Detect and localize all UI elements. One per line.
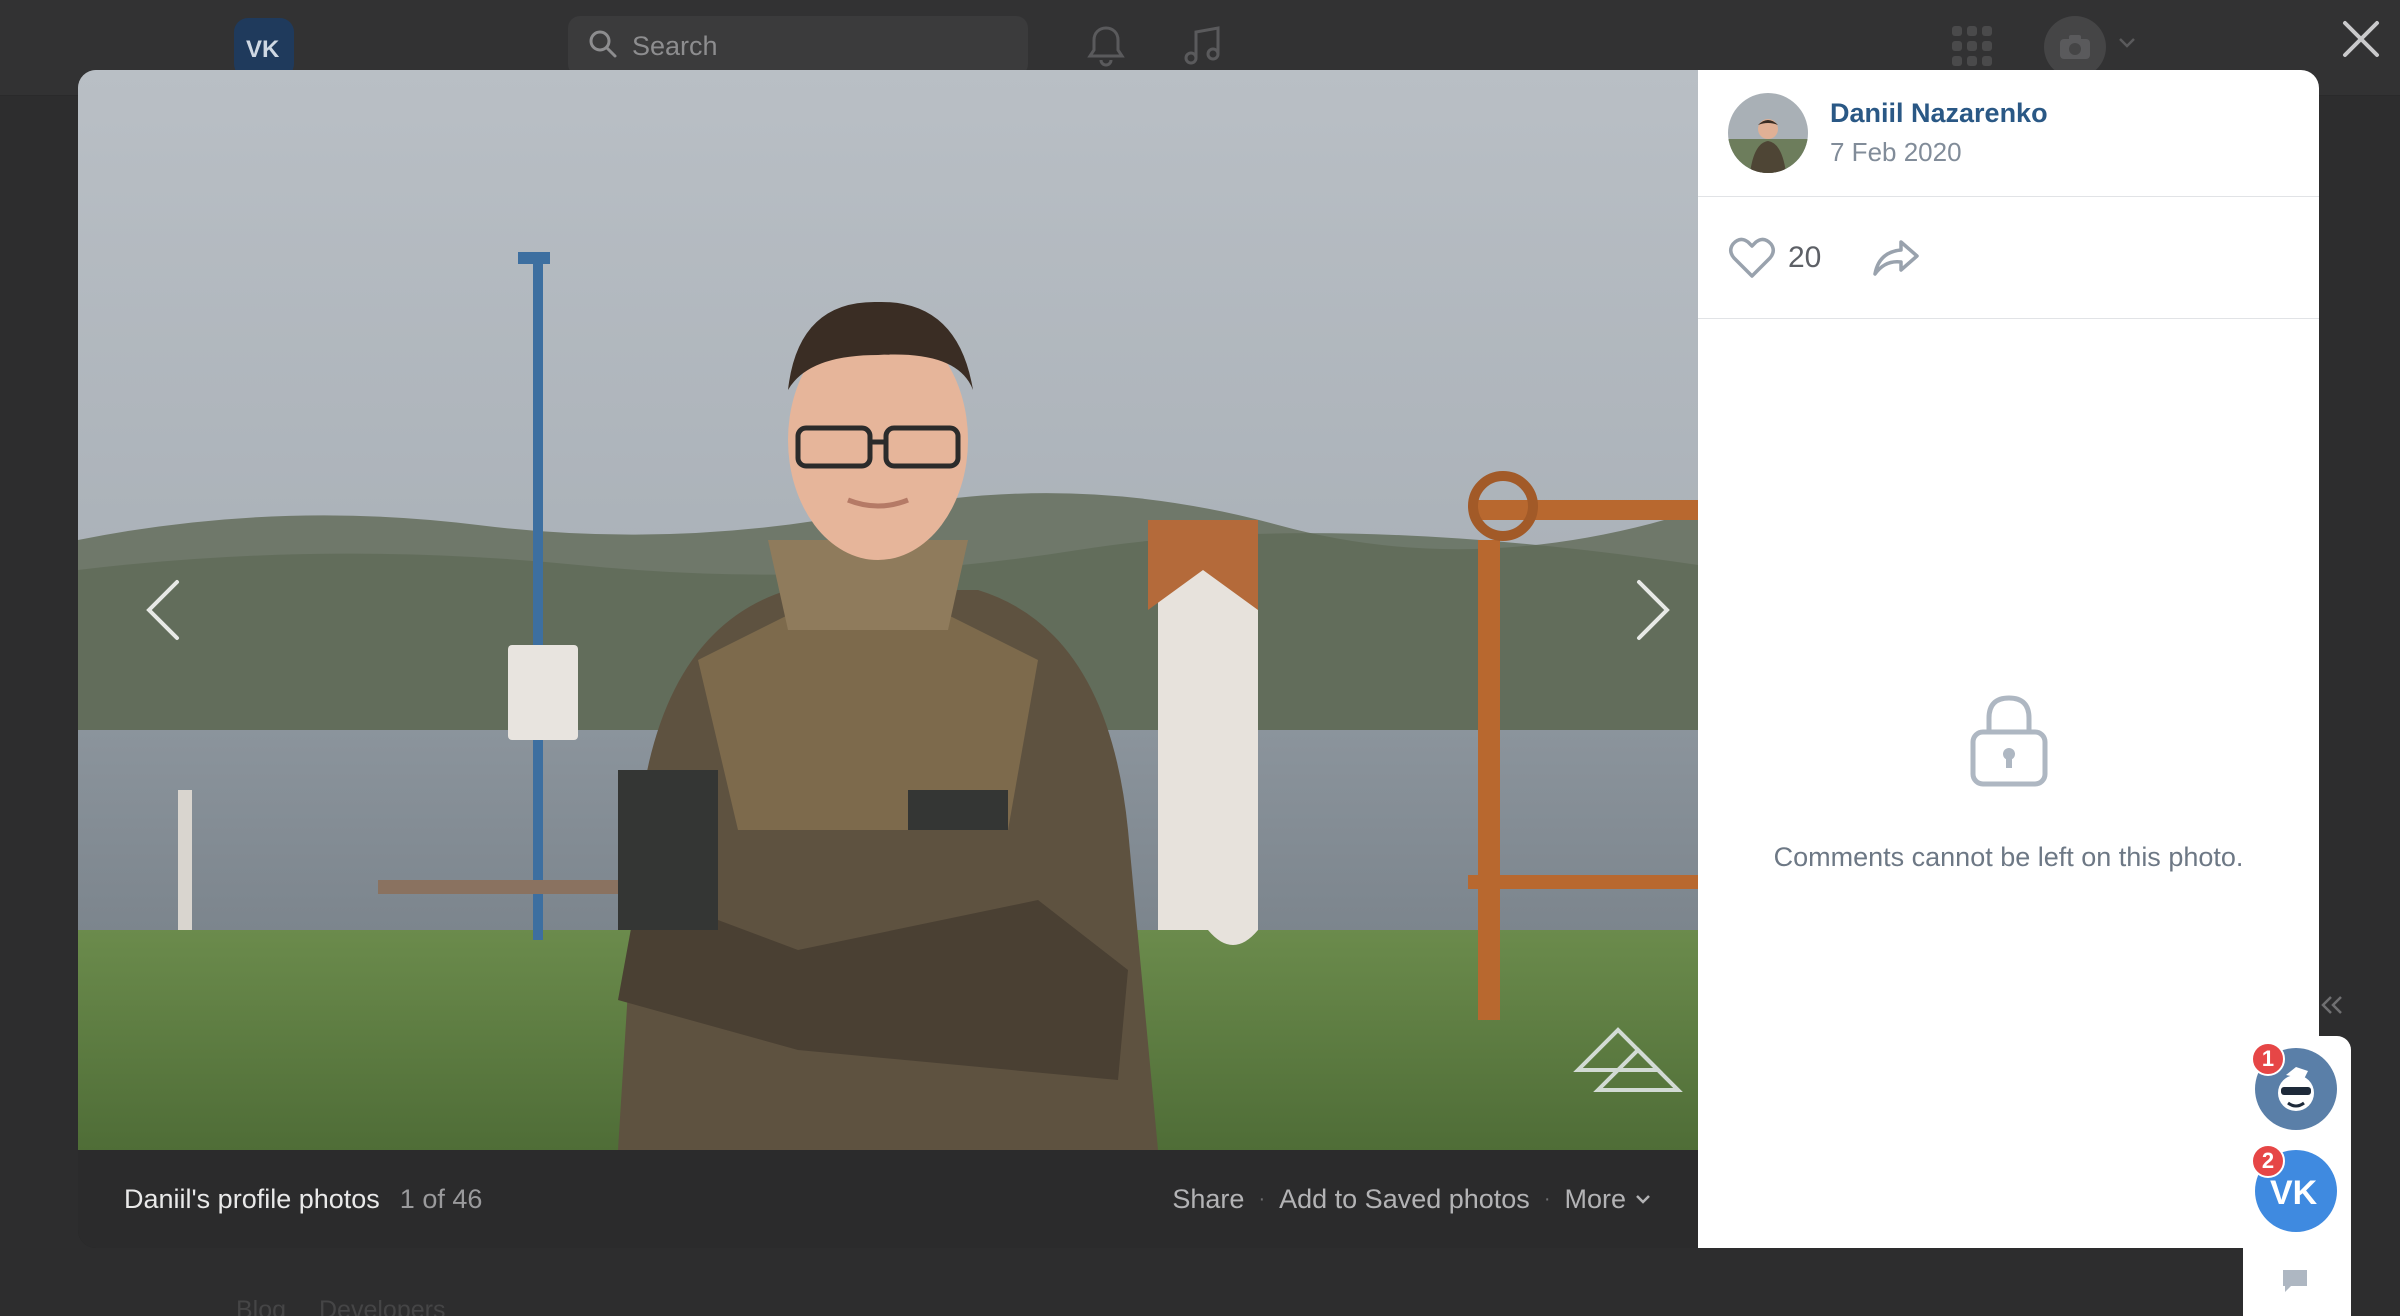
svg-text:VK: VK: [2270, 1174, 2318, 1208]
footer-link-developers[interactable]: Developers: [319, 1296, 445, 1316]
bell-icon[interactable]: [1078, 18, 1134, 74]
unread-badge: 1: [2251, 1042, 2285, 1076]
photo-footer: Daniil's profile photos 1 of 46 Share · …: [78, 1150, 1698, 1248]
comments-disabled-notice: Comments cannot be left on this photo.: [1698, 690, 2319, 873]
photo-viewer: Daniil's profile photos 1 of 46 Share · …: [78, 70, 2319, 1248]
separator-dot: ·: [1543, 1187, 1551, 1210]
like-count: 20: [1788, 240, 1822, 274]
lock-icon: [1970, 695, 2047, 787]
photo-counter: 1 of 46: [399, 1183, 483, 1214]
message-icon[interactable]: [2279, 1266, 2311, 1299]
search-box[interactable]: [568, 16, 1028, 76]
unread-badge: 2: [2251, 1144, 2285, 1178]
search-input[interactable]: [632, 30, 1012, 62]
chat-widget: 1 VK 2: [2243, 1036, 2351, 1316]
profile-avatar[interactable]: [2044, 16, 2106, 78]
photo[interactable]: [78, 70, 1698, 1150]
share-button[interactable]: [1871, 238, 1921, 278]
separator-dot: ·: [1258, 1187, 1266, 1210]
chevron-left-icon: [146, 580, 179, 640]
chat-bubble-1[interactable]: 1: [2251, 1042, 2337, 1130]
reactions-bar: 20: [1698, 197, 2319, 319]
side-panel: Daniil Nazarenko 7 Feb 2020 20 Comments …: [1698, 70, 2319, 1248]
heart-icon: [1729, 237, 1775, 278]
add-to-saved-link[interactable]: Add to Saved photos: [1279, 1184, 1530, 1215]
like-button[interactable]: 20: [1728, 236, 1821, 280]
apps-grid-icon[interactable]: [1952, 26, 1992, 66]
album-title[interactable]: Daniil's profile photos: [124, 1184, 380, 1215]
previous-photo-button[interactable]: [118, 550, 208, 670]
footer-links: Blog Developers: [236, 1296, 471, 1316]
more-label: More: [1564, 1183, 1626, 1214]
profile-photo-image: [78, 70, 1698, 1150]
more-menu-button[interactable]: More: [1564, 1184, 1652, 1215]
double-chevron-left-icon: [2321, 996, 2342, 1014]
close-icon: [2343, 21, 2379, 57]
camera-icon: [2060, 35, 2090, 59]
next-photo-button[interactable]: [1608, 550, 1698, 670]
chevron-down-icon[interactable]: [2118, 36, 2136, 54]
chat-bubble-2[interactable]: VK 2: [2251, 1144, 2337, 1232]
vk-logo-icon: VK: [2270, 1174, 2318, 1208]
search-icon: [588, 29, 618, 64]
footer-link-blog[interactable]: Blog: [236, 1296, 286, 1316]
author-avatar[interactable]: [1728, 93, 1808, 173]
comments-disabled-text: Comments cannot be left on this photo.: [1773, 842, 2244, 872]
photo-actions: Share · Add to Saved photos · More: [1172, 1184, 1652, 1215]
share-link[interactable]: Share: [1172, 1184, 1244, 1215]
author-name[interactable]: Daniil Nazarenko: [1830, 98, 2048, 129]
music-icon[interactable]: [1174, 18, 1230, 74]
vk-logo[interactable]: VK: [234, 18, 294, 78]
chevron-down-icon: [1636, 1195, 1650, 1204]
post-date[interactable]: 7 Feb 2020: [1830, 137, 2048, 168]
close-viewer-button[interactable]: [2336, 14, 2386, 64]
svg-text:VK: VK: [246, 36, 280, 60]
author-header: Daniil Nazarenko 7 Feb 2020: [1698, 70, 2319, 197]
chevron-right-icon: [1637, 580, 1670, 640]
collapse-widget-button[interactable]: [2314, 990, 2350, 1020]
share-arrow-icon: [1873, 239, 1920, 276]
